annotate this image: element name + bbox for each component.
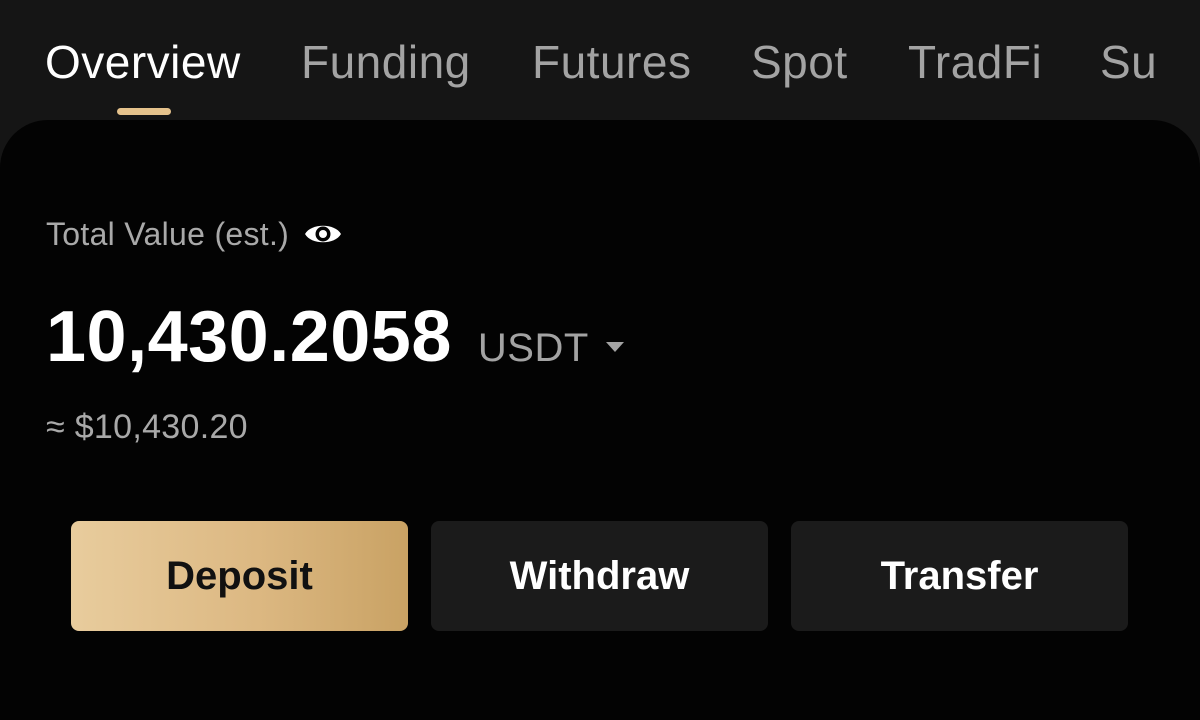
tab-futures[interactable]: Futures	[532, 36, 691, 88]
deposit-button[interactable]: Deposit	[71, 521, 408, 631]
transfer-button-label: Transfer	[880, 553, 1039, 598]
active-tab-indicator	[117, 108, 171, 115]
total-value-usd: ≈ $10,430.20	[46, 408, 248, 446]
tab-spot[interactable]: Spot	[751, 36, 848, 88]
tab-tradfi[interactable]: TradFi	[908, 36, 1042, 88]
total-value-row: 10,430.2058 USDT	[46, 296, 625, 377]
tab-su[interactable]: Su	[1100, 36, 1157, 88]
total-value-header: Total Value (est.)	[46, 212, 343, 256]
transfer-button[interactable]: Transfer	[791, 521, 1128, 631]
eye-icon[interactable]	[303, 219, 343, 249]
total-value-amount: 10,430.2058	[46, 297, 452, 377]
tab-overview[interactable]: Overview	[45, 36, 241, 88]
withdraw-button[interactable]: Withdraw	[431, 521, 768, 631]
tab-bar: Overview Funding Futures Spot TradFi Su	[0, 0, 1200, 120]
caret-down-icon[interactable]	[605, 340, 625, 352]
withdraw-button-label: Withdraw	[509, 553, 690, 598]
total-value-label: Total Value (est.)	[46, 215, 290, 252]
currency-selector[interactable]: USDT	[478, 326, 589, 371]
tab-funding[interactable]: Funding	[301, 36, 471, 88]
deposit-button-label: Deposit	[166, 553, 313, 598]
